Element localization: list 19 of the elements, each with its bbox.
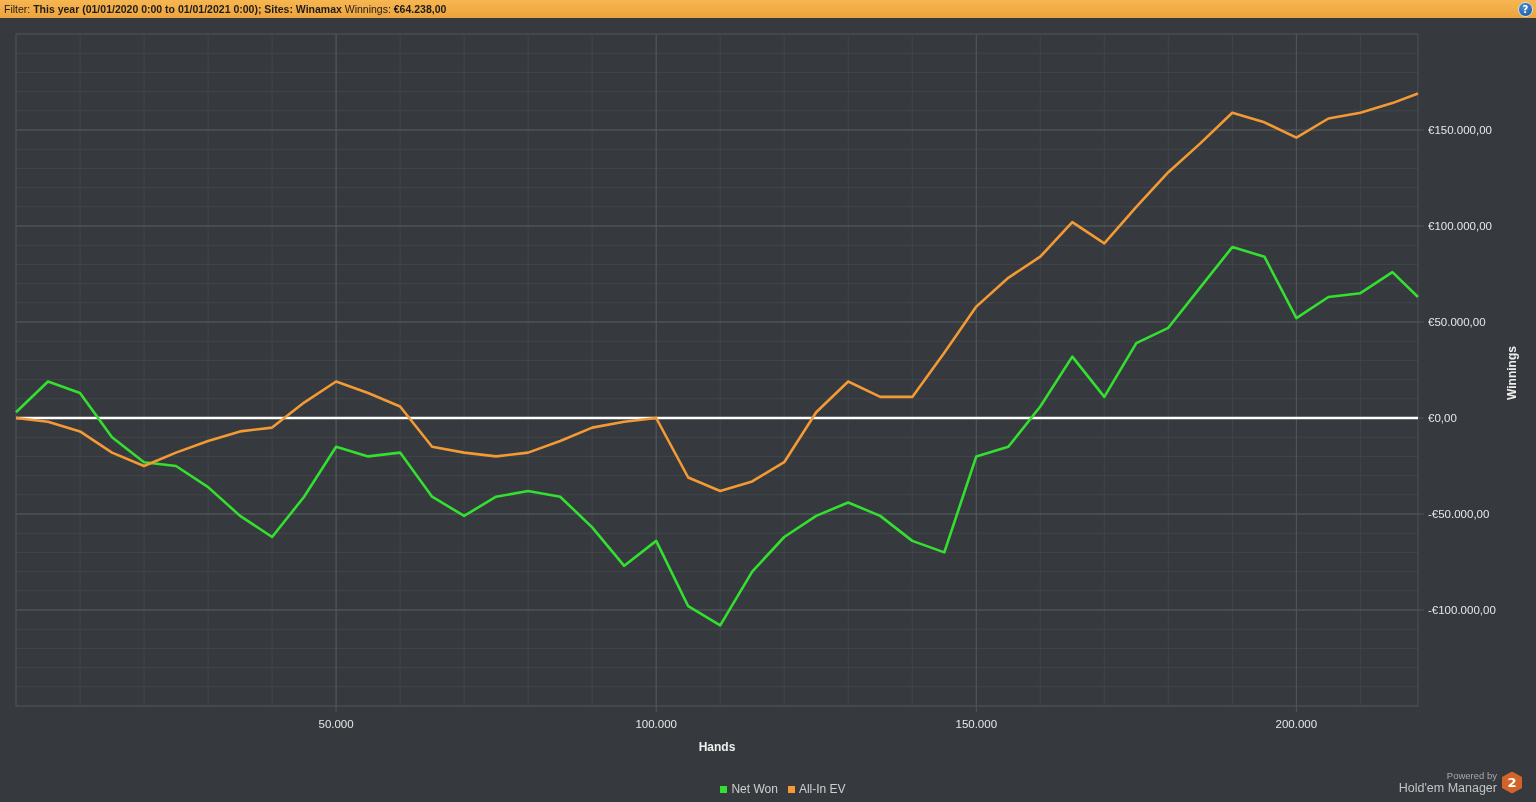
legend-label: All-In EV [798, 782, 846, 796]
x-axis-label: 150.000 [955, 718, 998, 730]
x-axis-label: 200.000 [1275, 718, 1318, 730]
y-axis-label: -€100.000,00 [1428, 604, 1496, 616]
y-axis-label: €0,00 [1428, 412, 1457, 424]
y-axis-title: Winnings [1505, 346, 1519, 400]
product-name: Hold'em Manager [1398, 781, 1497, 795]
y-axis-label: €100.000,00 [1428, 220, 1492, 232]
y-axis-label: -€50.000,00 [1428, 508, 1490, 520]
x-axis-title: Hands [698, 740, 736, 754]
x-axis-label: 50.000 [318, 718, 354, 730]
help-button[interactable]: ? [1518, 1, 1533, 17]
filter-text: Filter: This year (01/01/2020 0:00 to 01/01/2021 0:00); Sites: Winamax Winnings: €64.238,00 [4, 3, 447, 15]
legend-label: Net Won [731, 782, 778, 796]
x-axis-label: 100.000 [635, 718, 677, 730]
y-axis-label: €150.000,00 [1428, 124, 1492, 136]
powered-by-text: Powered by [1446, 770, 1497, 781]
logo-badge: 2 [1502, 771, 1522, 794]
y-axis-label: €50.000,00 [1428, 316, 1486, 328]
